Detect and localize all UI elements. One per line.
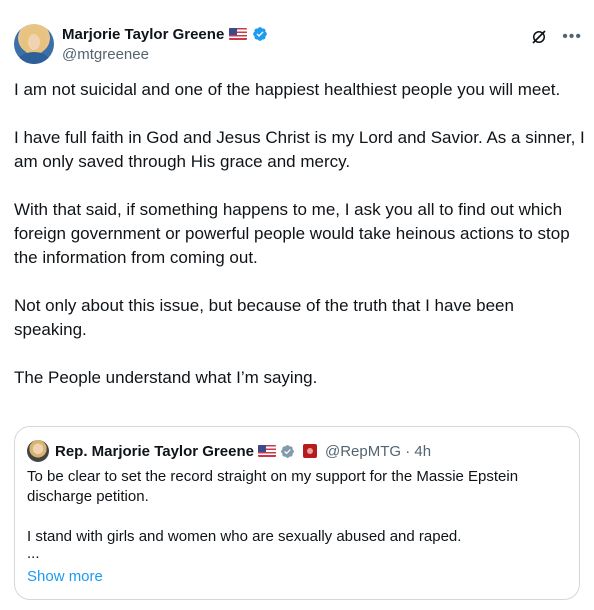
- tweet-body: I am not suicidal and one of the happies…: [14, 78, 586, 390]
- quoted-ellipsis: ...: [27, 545, 40, 562]
- tweet-paragraph: I have full faith in God and Jesus Chris…: [14, 128, 585, 171]
- author-handle[interactable]: @mtgreenee: [62, 46, 268, 63]
- tweet-top-actions: •••: [530, 28, 582, 46]
- author-avatar[interactable]: [14, 24, 54, 64]
- quoted-paragraph: I stand with girls and women who are sex…: [27, 528, 462, 545]
- tweet-paragraph: With that said, if something happens to …: [14, 200, 570, 267]
- grok-icon[interactable]: [530, 28, 548, 46]
- author-name-block: Marjorie Taylor Greene @mtgreenee: [62, 24, 268, 63]
- tweet-paragraph: I am not suicidal and one of the happies…: [14, 80, 561, 99]
- tweet-paragraph: The People understand what I’m saying.: [14, 368, 318, 387]
- more-options-icon[interactable]: •••: [562, 29, 582, 45]
- quoted-tweet[interactable]: Rep. Marjorie Taylor Greene @RepMTG · 4h…: [14, 426, 580, 600]
- tweet-paragraph: Not only about this issue, but because o…: [14, 296, 514, 339]
- show-more-link[interactable]: Show more: [27, 568, 103, 585]
- quoted-paragraph: To be clear to set the record straight o…: [27, 468, 519, 505]
- quoted-author-name: Rep. Marjorie Taylor Greene: [55, 442, 254, 460]
- quoted-tweet-header: Rep. Marjorie Taylor Greene @RepMTG · 4h: [27, 440, 432, 462]
- quoted-handle-time: @RepMTG · 4h: [324, 442, 432, 460]
- us-flag-icon: [229, 28, 248, 40]
- author-display-name[interactable]: Marjorie Taylor Greene: [62, 26, 224, 43]
- verified-badge-icon[interactable]: [252, 26, 268, 42]
- tweet-header: Marjorie Taylor Greene @mtgreenee •••: [14, 14, 582, 66]
- house-seal-icon: [302, 444, 317, 458]
- government-badge-icon: [281, 444, 294, 458]
- us-flag-icon: [257, 445, 276, 457]
- quoted-tweet-body: To be clear to set the record straight o…: [27, 467, 567, 561]
- quoted-author-avatar: [27, 440, 49, 462]
